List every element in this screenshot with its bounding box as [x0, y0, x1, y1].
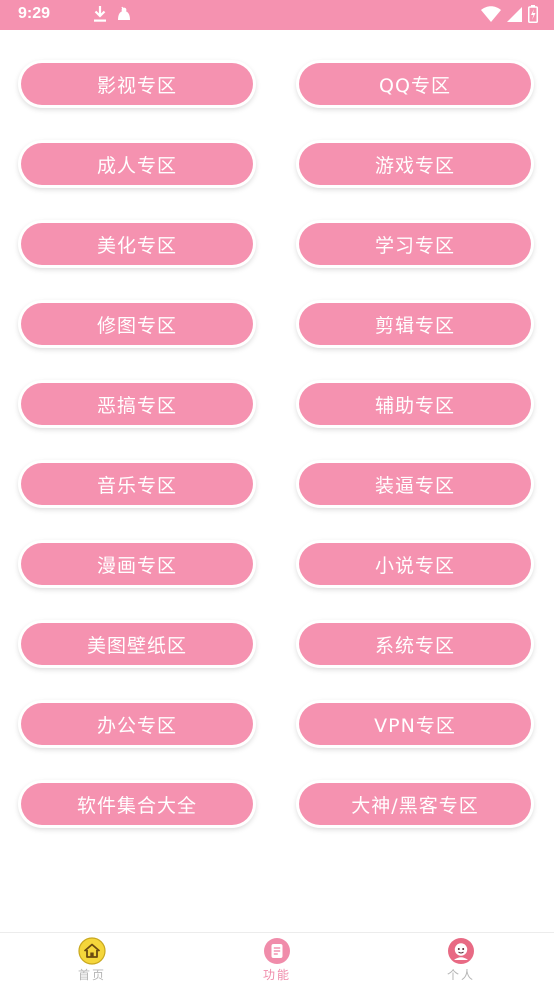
download-icon: [94, 6, 106, 22]
category-button-adult[interactable]: 成人专区: [21, 143, 253, 185]
nav-item-profile[interactable]: 个人: [421, 937, 501, 983]
status-notification-icons: [92, 5, 132, 23]
category-button-comics[interactable]: 漫画专区: [21, 543, 253, 585]
category-button-vpn[interactable]: VPN专区: [299, 703, 531, 745]
category-button-software-collection[interactable]: 软件集合大全: [21, 783, 253, 825]
document-icon: [264, 938, 290, 964]
category-button-show-off[interactable]: 装逼专区: [299, 463, 531, 505]
profile-icon: [448, 938, 474, 964]
category-button-photo-edit[interactable]: 修图专区: [21, 303, 253, 345]
android-icon: [118, 6, 130, 20]
status-time: 9:29: [18, 5, 51, 22]
category-button-beautify[interactable]: 美化专区: [21, 223, 253, 265]
nav-label-home: 首页: [77, 968, 106, 982]
category-button-music[interactable]: 音乐专区: [21, 463, 253, 505]
nav-item-features[interactable]: 功能: [237, 937, 317, 983]
category-button-wallpapers[interactable]: 美图壁纸区: [21, 623, 253, 665]
status-system-icons: [481, 5, 538, 23]
nav-label-profile: 个人: [446, 968, 475, 982]
category-button-qq[interactable]: QQ专区: [299, 63, 531, 105]
battery-icon: [528, 5, 538, 23]
category-button-video-edit[interactable]: 剪辑专区: [299, 303, 531, 345]
status-bar: 9:29: [0, 0, 554, 30]
category-button-assist[interactable]: 辅助专区: [299, 383, 531, 425]
category-button-office[interactable]: 办公专区: [21, 703, 253, 745]
category-button-novels[interactable]: 小说专区: [299, 543, 531, 585]
wifi-icon: [481, 6, 501, 22]
nav-label-features: 功能: [262, 968, 291, 982]
category-button-study[interactable]: 学习专区: [299, 223, 531, 265]
home-icon: [78, 937, 106, 965]
category-button-hacker[interactable]: 大神/黑客专区: [299, 783, 531, 825]
category-button-games[interactable]: 游戏专区: [299, 143, 531, 185]
nav-item-home[interactable]: 首页: [52, 937, 132, 983]
category-button-film[interactable]: 影视专区: [21, 63, 253, 105]
cell-signal-icon: [507, 6, 522, 22]
category-button-prank[interactable]: 恶搞专区: [21, 383, 253, 425]
bottom-navigation: 首页 功能 个人: [0, 932, 554, 985]
category-button-system[interactable]: 系统专区: [299, 623, 531, 665]
